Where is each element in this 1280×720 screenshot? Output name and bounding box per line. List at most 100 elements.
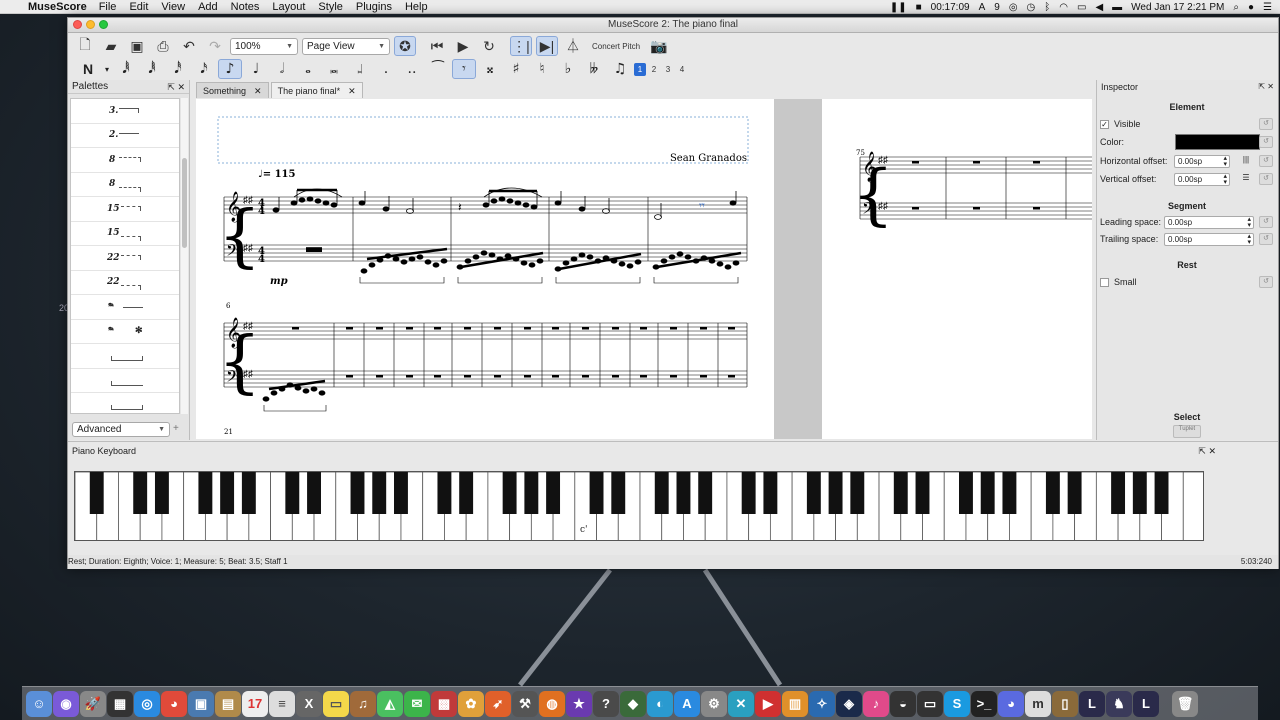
palette-cell[interactable]: 8 — [71, 148, 179, 173]
black-key[interactable] — [502, 472, 517, 514]
play-icon[interactable]: ▶ — [452, 36, 474, 56]
reset-icon[interactable]: ↺ — [1259, 233, 1273, 245]
black-key[interactable] — [1067, 472, 1082, 514]
palette-cell[interactable]: 15 — [71, 222, 179, 246]
preview-icon[interactable]: ▣ — [188, 690, 214, 717]
menu-file[interactable]: File — [99, 1, 117, 13]
flip-direction-icon[interactable]: ♫ — [608, 59, 632, 79]
siri-icon[interactable]: ◉ — [53, 690, 79, 717]
snap-vertical-icon[interactable]: ☰ — [1235, 173, 1257, 186]
stop-icon[interactable]: ■ — [916, 2, 922, 13]
rewind-icon[interactable]: ⏮ — [426, 36, 448, 56]
palette-mode-select[interactable]: Advanced ▼ — [72, 422, 170, 437]
voice-1-button[interactable]: 1 — [634, 62, 646, 76]
reminders-icon[interactable]: ≡ — [269, 690, 295, 717]
zoom-select[interactable]: 100% ▼ — [230, 37, 298, 55]
duration-128th-icon[interactable]: 𝅘𝅥𝅱 — [114, 59, 138, 79]
bluetooth-icon[interactable]: ᛒ — [1044, 2, 1050, 13]
duration-whole-icon[interactable]: 𝅝 — [296, 59, 320, 79]
vscode-icon[interactable]: ✕ — [728, 690, 754, 717]
reset-icon[interactable]: ↺ — [1259, 118, 1273, 130]
trailing-space-input[interactable]: 0.00sp ▴ ▾ — [1164, 232, 1254, 246]
measure-1-treble-rest[interactable]: 𝄽 — [260, 200, 264, 214]
composer-text[interactable]: Sean Granados — [670, 153, 747, 164]
reset-icon[interactable]: ↺ — [1259, 155, 1273, 167]
safari-icon[interactable]: ◎ — [134, 690, 160, 717]
black-key[interactable] — [850, 472, 865, 514]
augmentation-dot-icon[interactable]: . — [374, 59, 398, 79]
black-key[interactable] — [220, 472, 235, 514]
menu-view[interactable]: View — [161, 1, 185, 13]
black-key[interactable] — [654, 472, 669, 514]
menu-add[interactable]: Add — [198, 1, 218, 13]
trash-icon[interactable]: 🗑 — [1172, 690, 1198, 717]
xcode-icon[interactable]: ⚒ — [512, 690, 538, 717]
snap-horizontal-icon[interactable]: ||| — [1235, 155, 1257, 168]
duration-quarter-icon[interactable]: ♩ — [244, 59, 268, 79]
tab-something[interactable]: Something ✕ — [196, 82, 269, 98]
voice-3-button[interactable]: 3 — [662, 63, 674, 76]
undock-icon[interactable]: ⇱ — [1198, 446, 1206, 456]
black-key[interactable] — [372, 472, 387, 514]
key-signature[interactable]: ♯♯ — [243, 321, 253, 332]
black-key[interactable] — [1002, 472, 1017, 514]
close-tab-icon[interactable]: ✕ — [254, 83, 262, 98]
spotlight-search-icon[interactable]: ⌕ — [1233, 2, 1239, 13]
duration-longa-icon[interactable]: 𝆷 — [348, 59, 372, 79]
obs-icon[interactable]: ◒ — [890, 690, 916, 717]
clock[interactable]: Wed Jan 17 2:21 PM — [1131, 2, 1224, 13]
black-key[interactable] — [546, 472, 561, 514]
app-store-icon[interactable]: A — [674, 690, 700, 717]
double-dot-icon[interactable]: .. — [400, 59, 424, 79]
palette-cell[interactable]: 22 — [71, 246, 179, 271]
menu-edit[interactable]: Edit — [129, 1, 148, 13]
black-key[interactable] — [241, 472, 256, 514]
black-key[interactable] — [698, 472, 713, 514]
x11-icon[interactable]: X — [296, 690, 322, 717]
palette-cell[interactable] — [71, 344, 179, 369]
palette-scrollbar[interactable] — [181, 98, 188, 414]
white-key[interactable] — [1182, 472, 1204, 541]
undock-icon[interactable]: ⇱ — [167, 82, 175, 92]
dynamic-marking[interactable]: mp — [270, 276, 288, 287]
color-swatch[interactable] — [1175, 134, 1260, 150]
select-tuplet-button[interactable]: Tuplet — [1173, 425, 1201, 438]
bass-clef[interactable]: 𝄢 — [862, 198, 875, 222]
key-signature[interactable]: ♯♯ — [878, 155, 888, 166]
key-signature[interactable]: ♯♯ — [878, 201, 888, 212]
close-icon[interactable]: ✕ — [177, 82, 185, 92]
notification-center-icon[interactable]: ☰ — [1263, 2, 1272, 13]
league-icon[interactable]: L — [1079, 690, 1105, 717]
sharp-icon[interactable]: ♯ — [504, 59, 528, 79]
time-signature[interactable]: 4 — [258, 254, 265, 265]
itunes-icon[interactable]: ♪ — [863, 690, 889, 717]
palette-cell[interactable]: 2. — [71, 124, 179, 148]
contacts-icon[interactable]: ▤ — [215, 690, 241, 717]
small-checkbox[interactable] — [1100, 277, 1109, 287]
piano-keys[interactable] — [74, 471, 1204, 541]
chrome-icon[interactable]: ◕ — [161, 690, 187, 717]
musescore-icon[interactable]: m — [1025, 690, 1051, 717]
voice-2-button[interactable]: 2 — [648, 63, 660, 76]
double-sharp-icon[interactable]: 𝄪 — [478, 59, 502, 79]
save-icon[interactable]: ▣ — [126, 36, 148, 56]
bass-clef[interactable]: 𝄢 — [226, 366, 239, 390]
metronome-icon[interactable]: ⏃ — [562, 36, 584, 56]
menu-style[interactable]: Style — [318, 1, 342, 13]
ibooks-icon[interactable]: ▥ — [782, 690, 808, 717]
black-key[interactable] — [1111, 472, 1126, 514]
menu-layout[interactable]: Layout — [272, 1, 305, 13]
h-offset-input[interactable]: 0.00sp ▴ ▾ — [1174, 154, 1230, 168]
palette-cell[interactable] — [71, 393, 179, 413]
photo-booth-icon[interactable]: ▩ — [431, 690, 457, 717]
scrollbar-thumb[interactable] — [182, 158, 187, 248]
calendar-icon[interactable]: 17 — [242, 690, 268, 717]
maps-icon[interactable]: ◭ — [377, 690, 403, 717]
black-key[interactable] — [89, 472, 104, 514]
battery-icon[interactable]: ▬ — [1112, 2, 1122, 13]
visible-checkbox[interactable]: ✓ — [1100, 119, 1109, 129]
file-icon[interactable]: ▯ — [1052, 690, 1078, 717]
palette-cell[interactable] — [71, 369, 179, 393]
black-key[interactable] — [893, 472, 908, 514]
duration-64th-icon[interactable]: 𝅘𝅥𝅱 — [140, 59, 164, 79]
